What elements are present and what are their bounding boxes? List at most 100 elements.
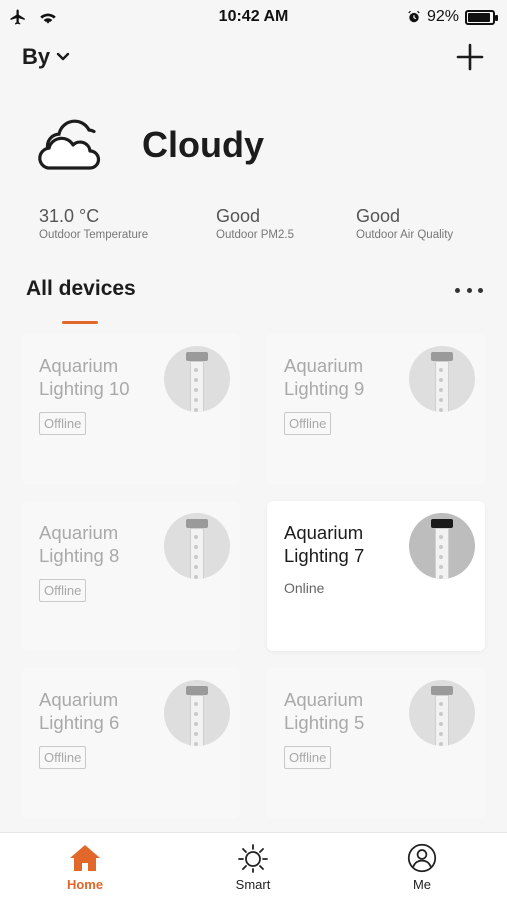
more-dot-icon [466, 287, 472, 293]
aquarium-light-icon [409, 346, 475, 412]
aquarium-light-icon [409, 680, 475, 746]
lamp-led [439, 408, 443, 412]
device-name: Aquarium Lighting 9 [284, 355, 365, 399]
more-options-button[interactable] [455, 280, 483, 300]
stat-label: Outdoor Air Quality [356, 229, 454, 241]
lamp-led [439, 565, 443, 569]
lamp-led [194, 368, 198, 372]
aquarium-light-icon [164, 513, 230, 579]
lamp-cap [186, 519, 208, 528]
lamp-led [194, 398, 198, 402]
profile-icon [407, 843, 437, 873]
battery-percent: 92% [426, 8, 459, 25]
lamp-led [194, 545, 198, 549]
airplane-mode-icon [10, 9, 25, 25]
lamp-led [439, 742, 443, 746]
lamp-led [439, 732, 443, 736]
outdoor-temperature: 31.0 °C Outdoor Temperature [39, 206, 148, 241]
lamp-led [439, 545, 443, 549]
tab-label: Home [66, 877, 104, 892]
device-name: Aquarium Lighting 7 [284, 522, 365, 566]
lamp-led [194, 702, 198, 706]
sun-icon [238, 844, 268, 873]
lamp-led [194, 565, 198, 569]
tab-all-devices[interactable]: All devices [26, 277, 136, 301]
device-status-badge: Offline [284, 746, 332, 769]
tab-me[interactable]: Me [382, 843, 462, 892]
lamp-led [194, 732, 198, 736]
device-card[interactable]: Aquarium Lighting 7 Online [267, 501, 485, 651]
battery-icon [465, 9, 498, 25]
home-icon [70, 845, 100, 871]
status-bar: 10:42 AM 92% [0, 0, 507, 34]
lamp-cap [431, 519, 453, 528]
lamp-led [194, 388, 198, 392]
chevron-down-icon [56, 52, 70, 61]
lamp-led [439, 368, 443, 372]
add-device-button[interactable] [455, 42, 485, 72]
outdoor-pm25: Good Outdoor PM2.5 [216, 206, 294, 241]
lamp-cap [431, 352, 453, 361]
device-card[interactable]: Aquarium Lighting 8 Offline [22, 501, 240, 651]
lamp-led [194, 408, 198, 412]
weather-summary: Cloudy [38, 118, 264, 172]
tab-label: Me [412, 877, 432, 892]
active-tab-indicator [62, 321, 98, 324]
device-name: Aquarium Lighting 10 [39, 355, 130, 399]
more-dot-icon [478, 287, 483, 293]
lamp-led [439, 712, 443, 716]
weather-stats: 31.0 °C Outdoor Temperature Good Outdoor… [0, 206, 507, 246]
device-name: Aquarium Lighting 5 [284, 689, 365, 733]
device-status-badge: Offline [39, 579, 87, 602]
device-card[interactable]: Aquarium Lighting 10 Offline [22, 334, 240, 484]
lamp-led [439, 378, 443, 382]
stat-label: Outdoor PM2.5 [216, 229, 294, 241]
lamp-cap [431, 686, 453, 695]
tab-home[interactable]: Home [45, 843, 125, 892]
stat-label: Outdoor Temperature [39, 229, 149, 241]
alarm-icon [408, 10, 420, 23]
lamp-led [194, 378, 198, 382]
tab-label: Smart [235, 877, 271, 892]
device-name: Aquarium Lighting 6 [39, 689, 120, 733]
device-card[interactable]: Aquarium Lighting 6 Offline [22, 668, 240, 818]
home-selector[interactable]: By [22, 44, 70, 70]
cloudy-icon [38, 119, 101, 170]
battery-level [468, 12, 491, 22]
outdoor-air-quality: Good Outdoor Air Quality [356, 206, 453, 241]
lamp-led [439, 555, 443, 559]
stat-value: Good [216, 206, 261, 226]
lamp-led [194, 555, 198, 559]
stat-value: Good [356, 206, 401, 226]
lamp-led [194, 712, 198, 716]
aquarium-light-icon [164, 680, 230, 746]
more-dot-icon [455, 287, 460, 293]
lamp-cap [186, 352, 208, 361]
aquarium-light-icon [409, 513, 475, 579]
device-status-badge: Online [284, 580, 325, 596]
tab-bar: Home Smart Me [0, 832, 507, 900]
lamp-led [439, 702, 443, 706]
tab-smart[interactable]: Smart [213, 843, 293, 892]
aquarium-light-icon [164, 346, 230, 412]
device-status-badge: Offline [39, 412, 87, 435]
lamp-led [439, 575, 443, 579]
weather-condition: Cloudy [142, 124, 264, 165]
device-status-badge: Offline [284, 412, 332, 435]
device-card[interactable]: Aquarium Lighting 5 Offline [267, 668, 485, 818]
device-name: Aquarium Lighting 8 [39, 522, 120, 566]
lamp-led [194, 575, 198, 579]
lamp-led [194, 535, 198, 539]
lamp-led [439, 722, 443, 726]
lamp-led [439, 535, 443, 539]
lamp-led [439, 398, 443, 402]
wifi-icon [40, 13, 56, 24]
lamp-led [194, 722, 198, 726]
stat-value: 31.0 °C [39, 206, 100, 226]
lamp-cap [186, 686, 208, 695]
lamp-led [439, 388, 443, 392]
lamp-led [194, 742, 198, 746]
device-status-badge: Offline [39, 746, 87, 769]
device-card[interactable]: Aquarium Lighting 9 Offline [267, 334, 485, 484]
home-name: By [22, 44, 51, 69]
